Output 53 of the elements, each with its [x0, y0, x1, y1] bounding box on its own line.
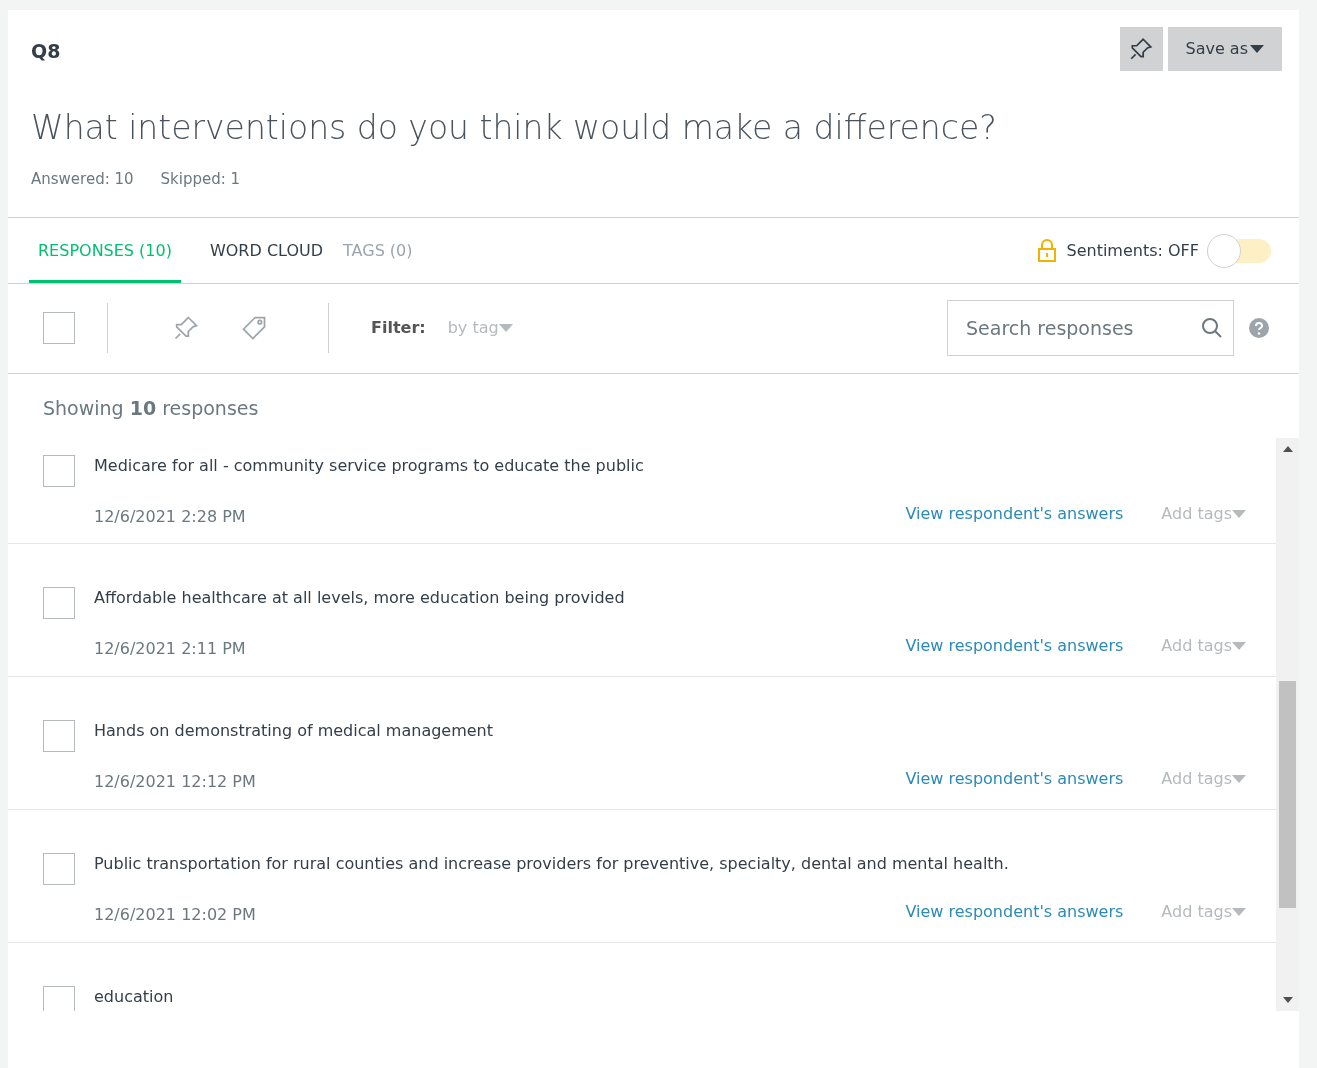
tag-filter-dropdown[interactable]: by tag	[447, 316, 513, 340]
response-text: Medicare for all - community service programs to educate the public	[94, 454, 645, 477]
answered-count: Answered: 10	[31, 169, 134, 190]
save-as-button[interactable]: Save as	[1167, 27, 1282, 71]
skipped-count: Skipped: 1	[160, 169, 241, 190]
response-date: 12/6/2021 12:12 PM	[94, 770, 256, 793]
search-field[interactable]: Search responses	[947, 300, 1234, 356]
response-date: 12/6/2021 2:11 PM	[94, 637, 246, 660]
caret-icon	[1232, 509, 1246, 518]
response-text: Hands on demonstrating of medical management	[94, 719, 495, 742]
response-checkbox[interactable]	[43, 985, 75, 1011]
add-tags-dropdown[interactable]: Add tags	[1161, 633, 1246, 658]
view-answers-link[interactable]: View respondent's answers	[905, 633, 1124, 658]
sentiments-toggle[interactable]	[1207, 232, 1271, 269]
view-answers-link[interactable]: View respondent's answers	[905, 501, 1124, 526]
response-date: 12/6/2021 12:02 PM	[94, 903, 256, 926]
response-checkbox[interactable]	[43, 454, 75, 487]
caret-icon	[1232, 774, 1246, 783]
add-tags-dropdown[interactable]: Add tags	[1161, 899, 1246, 924]
response-text: education	[94, 985, 175, 1008]
scroll-down-icon[interactable]	[1282, 996, 1293, 1003]
tag-icon[interactable]	[240, 314, 268, 342]
question-title: What interventions do you think would make a difference?	[31, 107, 998, 149]
response-text: Affordable healthcare at all levels, more education being provided	[94, 586, 626, 609]
sentiments-label: Sentiments: OFF	[1066, 239, 1199, 262]
caret-icon	[498, 324, 513, 332]
scrollbar[interactable]	[1276, 437, 1299, 1011]
lock-icon	[1036, 238, 1059, 263]
add-tags-dropdown[interactable]: Add tags	[1161, 766, 1246, 791]
response-count-text: Showing 10 responses	[42, 395, 260, 421]
pin-icon[interactable]	[172, 314, 200, 342]
add-tags-dropdown[interactable]: Add tags	[1161, 501, 1246, 526]
response-date: 12/6/2021 2:28 PM	[94, 505, 246, 528]
tab[interactable]: WORD CLOUD	[200, 238, 333, 283]
tab[interactable]: RESPONSES (10)	[29, 238, 181, 283]
question-number: Q8	[31, 39, 61, 64]
help-icon[interactable]	[1249, 318, 1269, 338]
response-checkbox[interactable]	[43, 852, 75, 885]
search-icon	[1200, 316, 1224, 340]
scroll-up-icon[interactable]	[1282, 445, 1293, 452]
scrollbar-thumb[interactable]	[1279, 680, 1296, 908]
filter-label: Filter:	[371, 317, 426, 339]
response-checkbox[interactable]	[43, 719, 75, 752]
response-checkbox[interactable]	[43, 586, 75, 619]
select-all-checkbox[interactable]	[43, 312, 75, 344]
view-answers-link[interactable]: View respondent's answers	[905, 766, 1124, 791]
caret-icon	[1250, 45, 1264, 53]
pin-icon	[1128, 36, 1154, 62]
caret-icon	[1232, 641, 1246, 650]
caret-icon	[1232, 907, 1246, 916]
view-answers-link[interactable]: View respondent's answers	[905, 899, 1124, 924]
pin-button[interactable]	[1119, 27, 1163, 71]
response-text: Public transportation for rural counties and increase providers for preventive, specialty, dental and mental health.	[94, 852, 1010, 875]
